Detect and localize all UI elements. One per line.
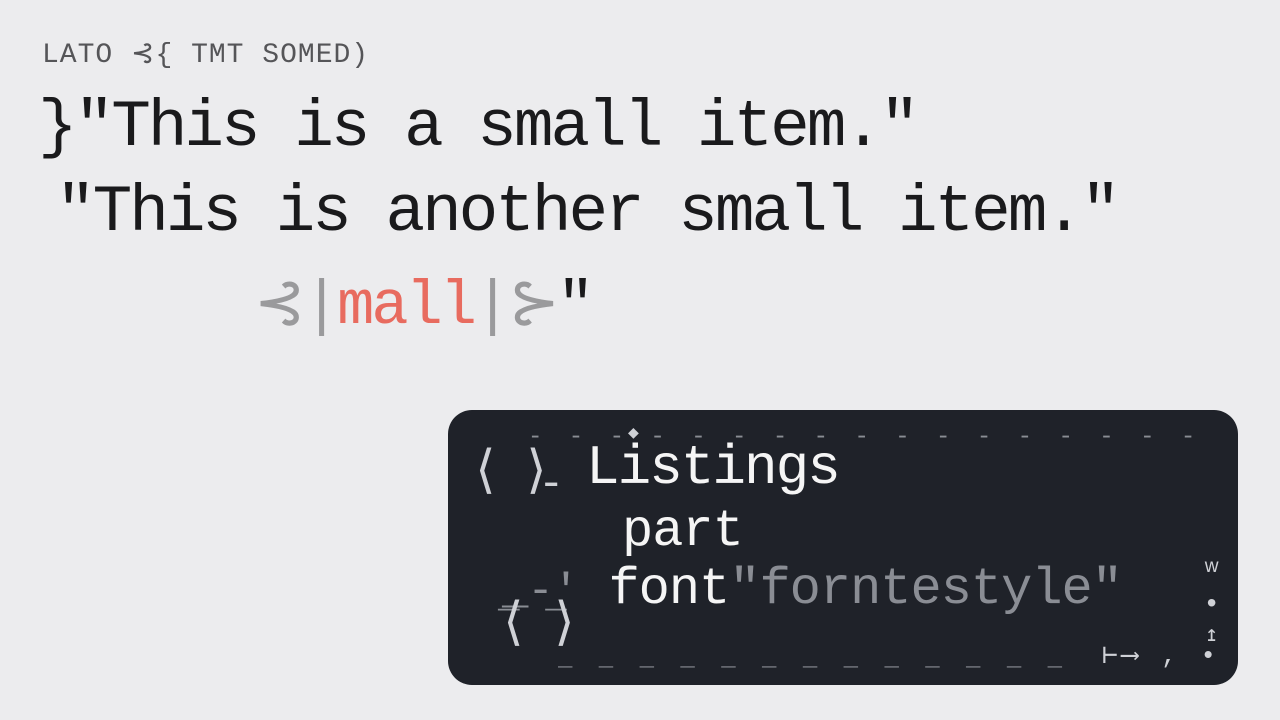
dash-glyph: - bbox=[538, 460, 564, 510]
font-value: "forntestyle" bbox=[729, 560, 1122, 619]
angle-brackets-icon: ⟨ ⟩ bbox=[470, 440, 546, 503]
dashed-border-bottom: _ _ _ _ _ _ _ _ _ _ _ _ _ _ _ _ _ _ _ _ … bbox=[558, 646, 1088, 673]
code-panel: - - - - - - - - - - - - - - - - - - - - … bbox=[448, 410, 1238, 685]
bottom-ornament-icon: ⊢⟶ , • bbox=[1102, 640, 1220, 671]
code-subtitle: part bbox=[622, 502, 743, 561]
sample-line-3: ⊰|mall|⊱" bbox=[254, 265, 591, 342]
highlight-word: mall bbox=[337, 271, 474, 342]
sample-line-1: }"This is a small item." bbox=[38, 90, 917, 165]
header-label: LATO ⊰{ TMT SOMED) bbox=[42, 36, 369, 71]
trailing-quote: " bbox=[557, 271, 591, 342]
open-brace: ⊰| bbox=[254, 271, 337, 342]
code-title: Listings bbox=[586, 436, 839, 500]
code-font-row: _-' font"forntestyle" bbox=[502, 560, 1122, 619]
font-key: font bbox=[608, 560, 729, 619]
close-brace: |⊱ bbox=[474, 271, 557, 342]
side-ornament-icon: ʷ • ↥ bbox=[1203, 558, 1220, 650]
sample-line-2: "This is another small item." bbox=[56, 175, 1118, 250]
